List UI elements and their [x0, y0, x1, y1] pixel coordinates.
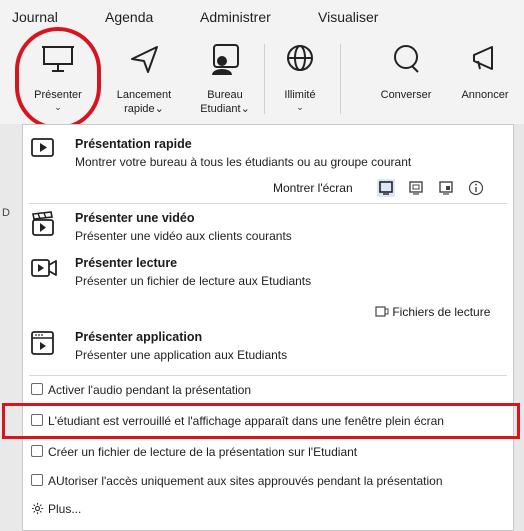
lancement-rapide-button[interactable]: Lancement rapide⌄: [104, 32, 184, 124]
menu-bar: Journal Agenda Administrer Visualiser: [0, 0, 524, 32]
ribbon-toolbar: Présenter ⌄ Lancement rapide⌄ Bureau Etu…: [0, 32, 524, 124]
annoncer-label: Annoncer: [461, 89, 509, 101]
menu-item-quick-presentation[interactable]: Présentation rapide Montrer votre bureau…: [29, 137, 499, 177]
option-sites-label: AUtoriser l'accès uniquement aux sites a…: [48, 474, 443, 488]
presenter-dropdown-menu: Présentation rapide Montrer votre bureau…: [22, 124, 514, 531]
bureau-label-2: Etudiant: [200, 103, 241, 115]
play-screen-icon: [31, 138, 54, 157]
app-window-icon: [31, 331, 54, 355]
menu-item-present-app[interactable]: Présenter application Présenter une appl…: [29, 330, 499, 370]
ribbon-divider: [264, 44, 265, 114]
chevron-down-icon: ⌄: [240, 103, 250, 115]
presenter-button[interactable]: Présenter ⌄: [18, 32, 98, 124]
checkbox-approved-sites[interactable]: [31, 474, 43, 486]
background-caption: D: [2, 207, 10, 219]
annoncer-button[interactable]: Annoncer: [450, 32, 520, 124]
option-audio-label: Activer l'audio pendant la présentation: [48, 383, 252, 397]
option-enable-audio[interactable]: Activer l'audio pendant la présentation: [31, 383, 251, 397]
show-screen-label: Montrer l'écran: [273, 181, 353, 195]
globe-icon: [287, 45, 313, 71]
menu-item-present-reading[interactable]: Présenter lecture Présenter un fichier d…: [29, 256, 499, 296]
lancement-label-2: rapide: [124, 103, 155, 115]
more-label: Plus...: [48, 502, 82, 516]
checkbox-locked-fullscreen[interactable]: [31, 414, 43, 426]
presentation-board-icon: [42, 46, 74, 72]
menu-journal[interactable]: Journal: [12, 9, 58, 25]
bureau-label-1: Bureau: [207, 89, 243, 101]
chevron-down-icon: ⌄: [296, 102, 304, 112]
megaphone-icon: [473, 46, 493, 70]
reading-files-link[interactable]: Fichiers de lecture: [375, 305, 490, 319]
menu-agenda[interactable]: Agenda: [105, 9, 153, 25]
reading-files-label: Fichiers de lecture: [392, 305, 491, 319]
video-desc: Présenter une vidéo aux clients courants: [75, 229, 292, 243]
lancement-label-1: Lancement: [116, 89, 172, 101]
reading-desc: Présenter un fichier de lecture aux Etud…: [75, 274, 312, 288]
send-arrow-icon: [131, 46, 158, 73]
presenter-label: Présenter: [34, 89, 82, 101]
option-student-locked-fullscreen[interactable]: L'étudiant est verrouillé et l'affichage…: [31, 414, 444, 428]
app-desc: Présenter une application aux Etudiants: [75, 348, 288, 362]
option-locked-label: L'étudiant est verrouillé et l'affichage…: [48, 414, 444, 428]
converser-button[interactable]: Converser: [366, 32, 446, 124]
screen-window-icon[interactable]: [407, 179, 425, 197]
background-content: [514, 124, 524, 531]
student-desktop-icon: [212, 44, 239, 75]
bureau-etudiant-button[interactable]: Bureau Etudiant⌄: [190, 32, 260, 124]
camera-play-icon: [31, 259, 57, 277]
option-approved-sites-only[interactable]: AUtoriser l'accès uniquement aux sites a…: [31, 474, 443, 488]
checkbox-create-reading[interactable]: [31, 445, 43, 457]
chevron-down-icon: ⌄: [154, 103, 164, 115]
screen-region-icon[interactable]: [437, 179, 455, 197]
app-title: Présenter application: [75, 330, 203, 344]
ribbon-divider: [340, 44, 341, 114]
quick-desc: Montrer votre bureau à tous les étudiant…: [75, 155, 412, 169]
menu-divider: [29, 375, 507, 376]
checkbox-audio[interactable]: [31, 383, 43, 395]
screen-full-icon[interactable]: [377, 179, 395, 197]
background-content: [0, 124, 22, 531]
menu-visualiser[interactable]: Visualiser: [318, 9, 378, 25]
menu-administrer[interactable]: Administrer: [200, 9, 271, 25]
chat-bubble-icon: [394, 45, 419, 73]
chevron-down-icon: ⌄: [54, 102, 62, 112]
converser-label: Converser: [380, 89, 432, 101]
menu-divider: [29, 203, 507, 204]
illimite-label: Illimité: [284, 89, 316, 101]
reading-title: Présenter lecture: [75, 256, 178, 270]
option-create-label: Créer un fichier de lecture de la présen…: [48, 445, 358, 459]
quick-title: Présentation rapide: [75, 137, 192, 151]
option-create-reading-file[interactable]: Créer un fichier de lecture de la présen…: [31, 445, 357, 459]
folder-icon: [375, 306, 389, 317]
more-options-button[interactable]: Plus...: [31, 502, 81, 516]
menu-item-present-video[interactable]: Présenter une vidéo Présenter une vidéo …: [29, 211, 499, 251]
gear-icon: [31, 502, 44, 515]
video-title: Présenter une vidéo: [75, 211, 195, 225]
illimite-button[interactable]: Illimité ⌄: [268, 32, 332, 124]
video-clapper-icon: [32, 211, 54, 236]
info-icon[interactable]: [467, 179, 485, 197]
